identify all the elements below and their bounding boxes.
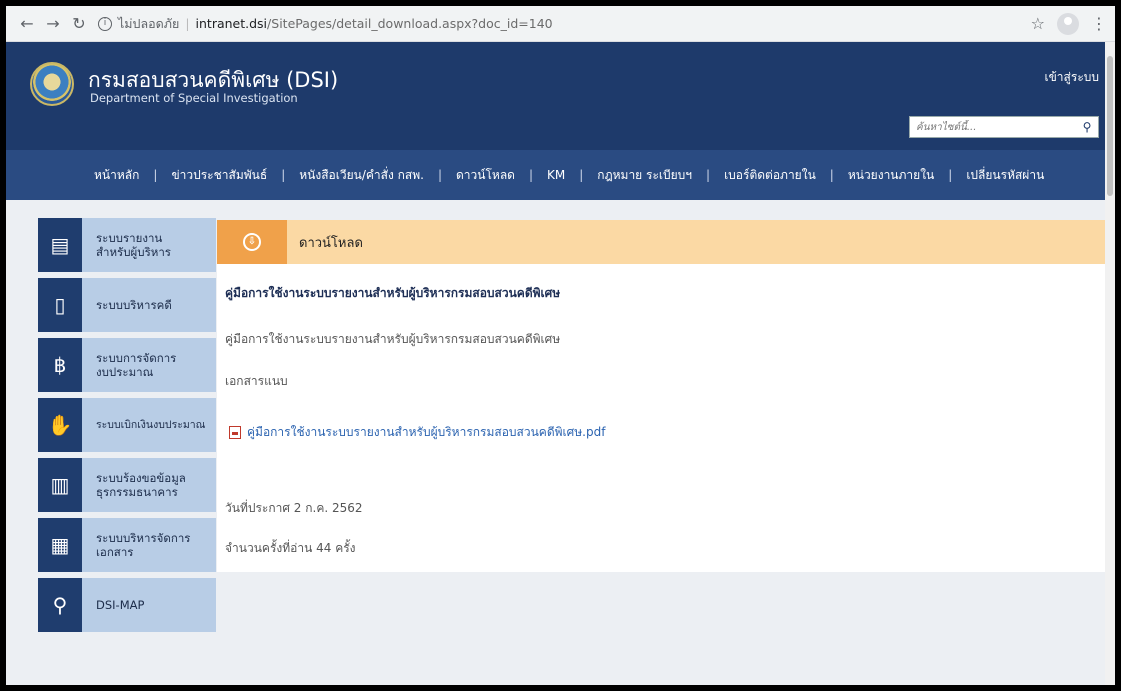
document-description: คู่มือการใช้งานระบบรายงานสำหรับผู้บริหาร… xyxy=(225,332,561,346)
reload-icon[interactable]: ↻ xyxy=(66,14,92,33)
document-title: คู่มือการใช้งานระบบรายงานสำหรับผู้บริหาร… xyxy=(225,286,561,300)
search-input[interactable] xyxy=(910,117,1076,137)
sidebar-item-case-management[interactable]: ▯ ระบบบริหารคดี xyxy=(38,278,216,332)
site-search: ⚲ xyxy=(909,116,1099,138)
forward-icon[interactable]: → xyxy=(40,14,66,33)
site-header: กรมสอบสวนคดีพิเศษ (DSI) Department of Sp… xyxy=(6,42,1115,150)
download-header: ⇩ ดาวน์โหลด xyxy=(217,220,1105,264)
bank-doc-icon: ▥ xyxy=(38,458,82,512)
nav-item-units[interactable]: หน่วยงานภายใน xyxy=(844,166,938,185)
url-path: /SitePages/detail_download.aspx?doc_id=1… xyxy=(267,16,553,31)
nav-item-circulars[interactable]: หนังสือเวียน/คำสั่ง กสพ. xyxy=(295,166,428,185)
withdraw-hand-icon: ✋ xyxy=(38,398,82,452)
address-bar[interactable]: i ไม่ปลอดภัย | intranet.dsi/SitePages/de… xyxy=(98,14,1031,34)
page-content: ▤ ระบบรายงาน สำหรับผู้บริหาร ▯ ระบบบริหาร… xyxy=(6,200,1115,685)
login-link[interactable]: เข้าสู่ระบบ xyxy=(1045,68,1100,87)
announce-date: วันที่ประกาศ 2 ก.ค. 2562 xyxy=(225,501,363,515)
sidebar-item-bank-request[interactable]: ▥ ระบบร้องขอข้อมูล ธุรกรรมธนาคาร xyxy=(38,458,216,512)
menu-kebab-icon[interactable]: ⋮ xyxy=(1091,14,1107,33)
back-icon[interactable]: ← xyxy=(14,14,40,33)
profile-avatar-icon[interactable] xyxy=(1057,12,1079,35)
nav-item-change-password[interactable]: เปลี่ยนรหัสผ่าน xyxy=(962,166,1048,185)
document-icon: ▦ xyxy=(38,518,82,572)
nav-item-laws[interactable]: กฎหมาย ระเบียบฯ xyxy=(593,166,696,185)
security-label: ไม่ปลอดภัย xyxy=(118,15,180,31)
org-name-english: Department of Special Investigation xyxy=(90,91,298,105)
download-heading: ดาวน์โหลด xyxy=(299,235,363,251)
scrollbar-thumb[interactable] xyxy=(1107,56,1113,196)
sidebar-item-document-management[interactable]: ▦ ระบบบริหารจัดการ เอกสาร xyxy=(38,518,216,572)
attachment-file-link[interactable]: คู่มือการใช้งานระบบรายงานสำหรับผู้บริหาร… xyxy=(229,423,605,442)
attachment-file-name[interactable]: คู่มือการใช้งานระบบรายงานสำหรับผู้บริหาร… xyxy=(247,423,605,442)
main-nav: หน้าหลัก | ข่าวประชาสัมพันธ์ | หนังสือเวีย… xyxy=(6,150,1115,200)
dsi-logo[interactable] xyxy=(30,62,74,106)
pdf-file-icon xyxy=(229,426,241,439)
bookmark-star-icon[interactable]: ☆ xyxy=(1031,14,1045,33)
sidebar-item-budget-withdraw[interactable]: ✋ ระบบเบิกเงินงบประมาณ xyxy=(38,398,216,452)
nav-item-km[interactable]: KM xyxy=(543,168,569,182)
read-count: จำนวนครั้งที่อ่าน 44 ครั้ง xyxy=(225,541,356,555)
search-icon[interactable]: ⚲ xyxy=(1076,120,1098,134)
nav-item-download[interactable]: ดาวน์โหลด xyxy=(452,166,519,185)
attachment-label: เอกสารแนบ xyxy=(225,374,288,388)
sidebar-item-executive-report[interactable]: ▤ ระบบรายงาน สำหรับผู้บริหาร xyxy=(38,218,216,272)
page-scrollbar[interactable] xyxy=(1105,42,1115,685)
browser-window: ← → ↻ i ไม่ปลอดภัย | intranet.dsi/SitePa… xyxy=(6,6,1115,685)
book-icon: ▯ xyxy=(38,278,82,332)
info-icon[interactable]: i xyxy=(98,16,112,31)
sidebar: ▤ ระบบรายงาน สำหรับผู้บริหาร ▯ ระบบบริหาร… xyxy=(38,218,216,638)
nav-item-phone[interactable]: เบอร์ติดต่อภายใน xyxy=(720,166,820,185)
sidebar-item-dsi-map[interactable]: ⚲ DSI-MAP xyxy=(38,578,216,632)
download-icon: ⇩ xyxy=(243,233,261,251)
url-host: intranet.dsi xyxy=(195,16,268,31)
browser-toolbar: ← → ↻ i ไม่ปลอดภัย | intranet.dsi/SitePa… xyxy=(6,6,1115,42)
sidebar-item-budget[interactable]: ฿ ระบบการจัดการ งบประมาณ xyxy=(38,338,216,392)
report-icon: ▤ xyxy=(38,218,82,272)
map-pin-icon: ⚲ xyxy=(38,578,82,632)
nav-item-news[interactable]: ข่าวประชาสัมพันธ์ xyxy=(167,166,271,185)
download-panel: ⇩ ดาวน์โหลด คู่มือการใช้งานระบบรายงานสำห… xyxy=(217,220,1105,572)
budget-hand-icon: ฿ xyxy=(38,338,82,392)
nav-item-home[interactable]: หน้าหลัก xyxy=(90,166,143,185)
